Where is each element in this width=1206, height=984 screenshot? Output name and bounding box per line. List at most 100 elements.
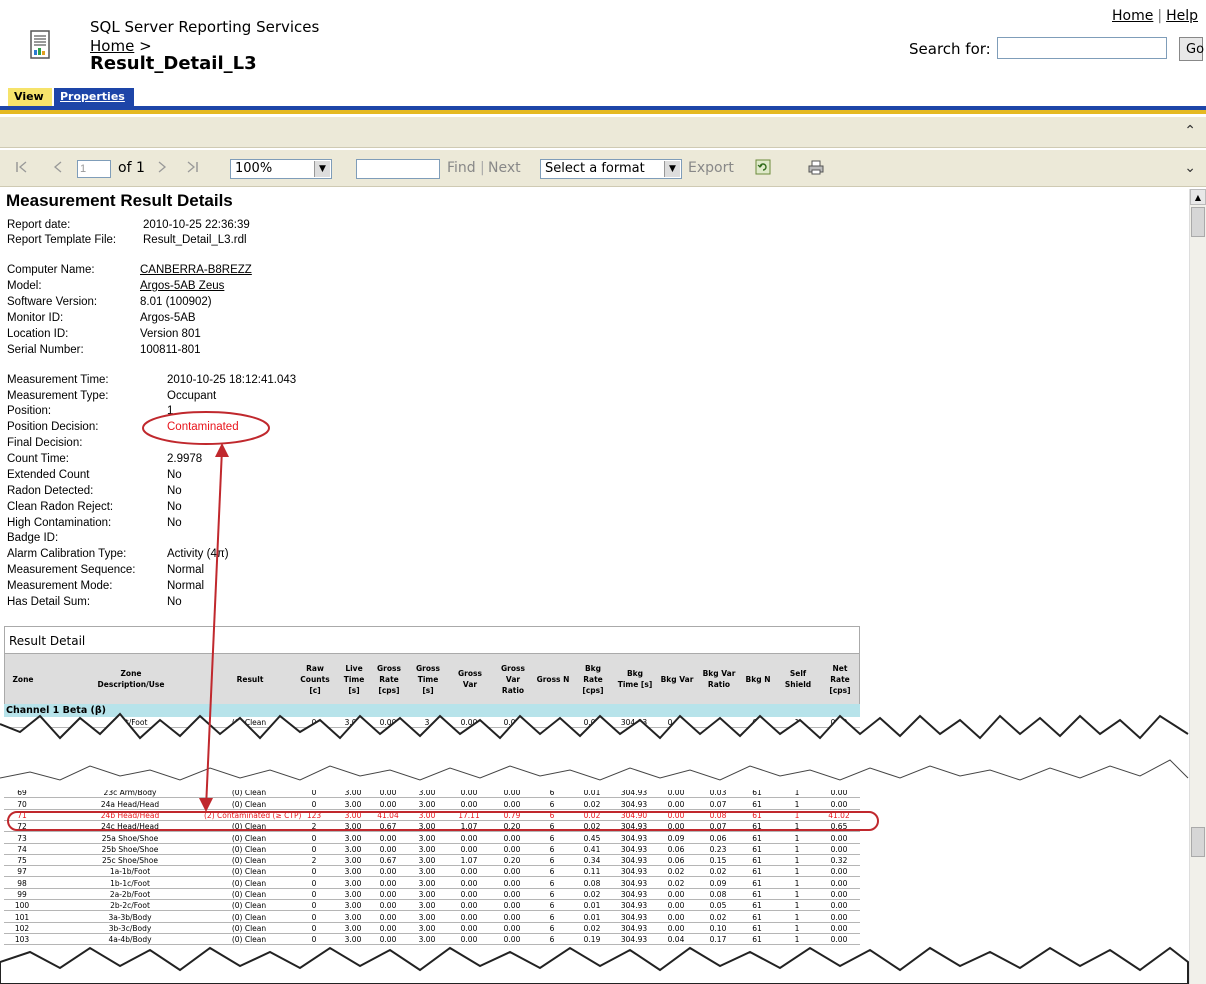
table-cell: 0.00 [503,777,521,786]
export-link[interactable]: Export [688,160,734,176]
table-cell: 61 [752,890,762,899]
model-link[interactable]: Argos-5AB Zeus [140,280,224,292]
table-cell: 61 [752,799,762,809]
table-cell: 0.02 [709,912,727,922]
link-separator: | [1157,8,1163,24]
table-cell: 3.00 [418,810,436,820]
zoom-select[interactable]: 100% ▼ [230,159,332,179]
table-cell: 0.00 [379,799,397,809]
table-cell: 0.67 [379,822,397,832]
search-go-button[interactable]: Go [1179,37,1204,61]
scrollbar-thumb[interactable] [1191,207,1205,237]
table-cell: 0.07 [709,799,727,809]
double-chevron-down-icon[interactable]: ⌄ [1184,160,1196,176]
table-cell: 0.00 [830,890,848,899]
table-cell: 304.90 [620,810,648,820]
table-cell: 0.00 [460,923,478,933]
table-cell: 0.00 [830,912,848,922]
help-link[interactable]: Help [1166,8,1198,24]
table-cell: 1 [794,822,800,832]
table-row: 70 24a Head/Head (0) Clean 0 3.00 0.00 3.00 0.0… [4,799,860,810]
table-row: 103 4a-4b/Body (0) Clean 0 3.00 0.00 3.00 0.00 0… [4,934,860,946]
table-cell: 0.00 [830,901,848,911]
table-cell: 75 [17,856,27,866]
print-icon[interactable] [808,159,824,175]
table-row: Foot/Foot (0) Clean 0 3.00 0.00 3 0.00 0… [4,717,860,728]
info-key: High Contamination: [7,517,112,529]
first-page-icon[interactable] [14,159,30,175]
table-cell: 0.00 [379,777,397,786]
home-link[interactable]: Home [1112,8,1153,24]
table-cell: 0.23 [709,844,727,854]
table-cell: 0.08 [709,890,727,899]
position-decision-value: Contaminated [167,421,239,433]
next-link[interactable]: Next [488,160,521,176]
page-count: of 1 [118,160,145,176]
info-key: Location ID: [7,328,69,340]
column-header: Gross Var Ratio [501,663,525,695]
table-cell: 61 [752,777,762,786]
info-key: Extended Count [7,469,90,481]
prev-page-icon[interactable] [50,159,66,175]
table-cell: 0.00 [379,901,397,911]
table-cell: 0.02 [583,822,601,832]
vertical-scrollbar[interactable]: ▲ [1189,189,1206,984]
computer-name-link[interactable]: CANBERRA-B8REZZ [140,264,252,276]
find-input[interactable] [356,159,440,179]
table-cell: 1 [794,718,800,727]
refresh-icon[interactable] [755,159,771,175]
table-cell: 1.07 [460,856,478,866]
table-cell: 25b Shoe/Shoe [101,844,159,854]
table-cell: (0) Clean [231,867,267,877]
table-cell: 1 [794,867,800,877]
info-key: Serial Number: [7,344,84,356]
search-label: Search for: [909,40,991,58]
table-cell: 0.00 [667,901,685,911]
table-cell: 0.09 [667,833,685,843]
table-cell: 304.93 [620,844,648,854]
table-cell: 72 [17,822,27,832]
info-value: Normal [167,580,205,592]
table-cell: 6 [549,844,555,854]
search-input[interactable] [997,37,1167,59]
table-cell: 3.00 [418,833,436,843]
info-value: No [167,596,182,608]
table-cell: (0) Clean [231,822,267,832]
table-cell: 304.93 [620,935,648,945]
global-links: Home | Help [1112,8,1198,24]
column-header: Live Time [s] [343,663,365,695]
next-page-icon[interactable] [154,159,170,175]
export-format-select[interactable]: Select a format ▼ [540,159,682,179]
tab-view[interactable]: View [8,88,52,106]
scrollbar-thumb[interactable] [1191,827,1205,857]
double-chevron-up-icon[interactable]: ⌃ [1184,123,1196,139]
column-header: Gross Time [s] [416,663,440,695]
info-key: Report date: [7,219,71,231]
table-cell: 6 [549,867,555,877]
table-cell: 61 [752,867,762,877]
column-header: Zone [12,674,34,684]
table-cell: 0.67 [379,856,397,866]
table-cell: 0.11 [583,867,601,877]
table-cell: 6 [549,833,555,843]
info-value: 2010-10-25 18:12:41.043 [167,374,297,386]
table-cell: 1 [794,810,800,820]
table-cell: (0) Clean [231,878,267,888]
tab-properties[interactable]: Properties [54,88,134,106]
last-page-icon[interactable] [184,159,200,175]
column-header: Bkg N [745,674,771,684]
table-cell: 0 [311,867,317,877]
table-cell: 0.06 [709,833,727,843]
table-cell: 0.07 [709,822,727,832]
page-number-input[interactable] [77,160,111,178]
find-link[interactable]: Find [447,160,476,176]
table-cell: 3.00 [418,867,436,877]
table-cell: 304.93 [620,923,648,933]
scroll-up-arrow-icon[interactable]: ▲ [1190,189,1206,205]
table-cell: 0.03 [709,788,727,798]
table-cell: 3.00 [344,923,362,933]
table-row: 72 24c Head/Head (0) Clean 2 3.00 0.67 3.00 1.0… [4,821,860,833]
zoom-value: 100% [235,161,273,176]
table-cell: 74 [17,844,27,854]
table-cell: 0.00 [460,867,478,877]
